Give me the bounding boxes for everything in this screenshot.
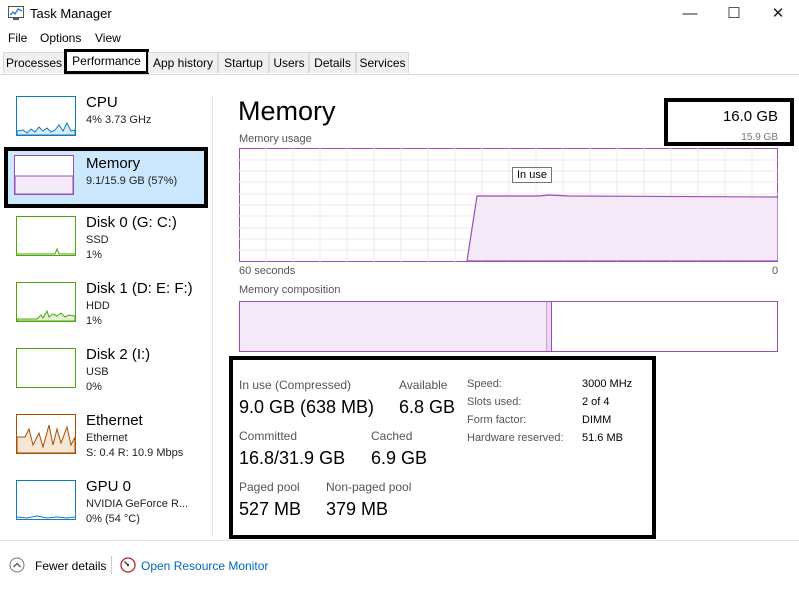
tab-users[interactable]: Users xyxy=(269,52,309,73)
in-use-tooltip: In use xyxy=(512,167,552,183)
sidebar-disk2-usage: 0% xyxy=(86,381,102,393)
cached-label: Cached xyxy=(371,429,413,443)
minimize-button[interactable]: — xyxy=(668,0,712,28)
page-title: Memory xyxy=(238,96,336,126)
total-capacity: 16.0 GB xyxy=(722,108,778,125)
sidebar-cpu-detail: 4% 3.73 GHz xyxy=(86,114,152,126)
sidebar-disk0-usage: 1% xyxy=(86,249,102,261)
sidebar-disk2-type: USB xyxy=(86,366,109,378)
disk1-thumbnail xyxy=(16,282,76,322)
tab-processes[interactable]: Processes xyxy=(3,52,65,73)
sidebar-disk1-type: HDD xyxy=(86,300,110,312)
sidebar-ethernet-name: Ethernet xyxy=(86,412,143,429)
ethernet-thumbnail xyxy=(16,414,76,454)
nonpaged-pool-value: 379 MB xyxy=(326,499,389,519)
speed-value: 3000 MHz xyxy=(582,378,633,390)
memory-usage-graph xyxy=(239,148,778,262)
sidebar-gpu-usage: 0% (54 °C) xyxy=(86,513,140,525)
committed-label: Committed xyxy=(239,429,298,443)
sidebar-item-disk2[interactable]: Disk 2 (I:) USB 0% xyxy=(4,344,208,406)
window-title: Task Manager xyxy=(30,6,112,21)
sidebar-disk1-usage: 1% xyxy=(86,315,102,327)
memory-thumbnail xyxy=(14,155,74,195)
sidebar-ethernet-throughput: S: 0.4 R: 10.9 Mbps xyxy=(86,447,184,459)
sidebar-item-disk0[interactable]: Disk 0 (G: C:) SSD 1% xyxy=(4,212,208,274)
sidebar-cpu-name: CPU xyxy=(86,94,118,111)
footer-divider xyxy=(0,540,799,541)
capacity-box: 16.0 GB 15.9 GB xyxy=(664,98,794,146)
tab-startup[interactable]: Startup xyxy=(218,52,269,73)
sidebar-disk1-name: Disk 1 (D: E: F:) xyxy=(86,280,193,297)
tab-details[interactable]: Details xyxy=(309,52,356,73)
x-axis-left-label: 60 seconds xyxy=(239,265,296,277)
committed-value: 16.8/31.9 GB xyxy=(239,448,346,468)
close-button[interactable]: ✕ xyxy=(756,0,799,28)
nonpaged-pool-label: Non-paged pool xyxy=(326,480,412,494)
sidebar-divider xyxy=(212,96,213,536)
paged-pool-label: Paged pool xyxy=(239,480,300,494)
sidebar-item-cpu[interactable]: CPU 4% 3.73 GHz xyxy=(4,92,208,154)
tab-performance[interactable]: Performance xyxy=(64,49,149,74)
menu-options[interactable]: Options xyxy=(40,31,81,45)
sidebar-memory-detail: 9.1/15.9 GB (57%) xyxy=(86,175,178,187)
cpu-thumbnail xyxy=(16,96,76,136)
sidebar-disk0-name: Disk 0 (G: C:) xyxy=(86,214,177,231)
memory-composition-bar xyxy=(239,301,778,352)
disk0-thumbnail xyxy=(16,216,76,256)
sidebar-item-disk1[interactable]: Disk 1 (D: E: F:) HDD 1% xyxy=(4,278,208,340)
in-use-label: In use (Compressed) xyxy=(239,378,352,392)
speed-label: Speed: xyxy=(467,378,502,390)
tab-app-history[interactable]: App history xyxy=(148,52,218,73)
hardware-reserved-label: Hardware reserved: xyxy=(467,432,564,444)
usable-capacity: 15.9 GB xyxy=(741,132,778,143)
composition-in-use xyxy=(240,302,548,351)
sidebar-item-ethernet[interactable]: Ethernet Ethernet S: 0.4 R: 10.9 Mbps xyxy=(4,410,208,472)
form-factor-value: DIMM xyxy=(582,414,612,426)
task-manager-icon xyxy=(8,6,24,20)
menu-view[interactable]: View xyxy=(95,31,121,45)
sidebar-gpu-name: GPU 0 xyxy=(86,478,132,495)
sidebar-disk2-name: Disk 2 (I:) xyxy=(86,346,151,363)
fewer-details-button[interactable]: Fewer details xyxy=(35,559,106,573)
sidebar-ethernet-adapter: Ethernet xyxy=(86,432,128,444)
hardware-reserved-value: 51.6 MB xyxy=(582,432,623,444)
open-resource-monitor-link[interactable]: Open Resource Monitor xyxy=(141,559,268,573)
slots-used-label: Slots used: xyxy=(467,396,522,408)
resource-monitor-icon xyxy=(120,557,136,573)
sidebar-disk0-type: SSD xyxy=(86,234,109,246)
form-factor-label: Form factor: xyxy=(467,414,527,426)
x-axis-right-label: 0 xyxy=(772,265,779,277)
available-value: 6.8 GB xyxy=(399,397,456,417)
in-use-value: 9.0 GB (638 MB) xyxy=(239,397,375,417)
available-label: Available xyxy=(399,378,448,392)
footer-separator xyxy=(111,556,112,574)
sidebar-memory-name: Memory xyxy=(86,155,141,172)
cached-value: 6.9 GB xyxy=(371,448,428,468)
composition-modified xyxy=(547,302,553,351)
gpu-thumbnail xyxy=(16,480,76,520)
sidebar-gpu-model: NVIDIA GeForce R... xyxy=(86,498,189,510)
chevron-up-icon[interactable] xyxy=(9,557,25,573)
disk2-thumbnail xyxy=(16,348,76,388)
memory-usage-label: Memory usage xyxy=(239,133,312,145)
memory-composition-label: Memory composition xyxy=(239,284,341,296)
menu-file[interactable]: File xyxy=(8,31,27,45)
paged-pool-value: 527 MB xyxy=(239,499,302,519)
sidebar-item-gpu[interactable]: GPU 0 NVIDIA GeForce R... 0% (54 °C) xyxy=(4,476,208,538)
slots-used-value: 2 of 4 xyxy=(582,396,610,408)
sidebar-item-memory[interactable]: Memory 9.1/15.9 GB (57%) xyxy=(4,147,208,208)
maximize-button[interactable]: ☐ xyxy=(712,0,756,28)
tab-services[interactable]: Services xyxy=(356,52,409,73)
